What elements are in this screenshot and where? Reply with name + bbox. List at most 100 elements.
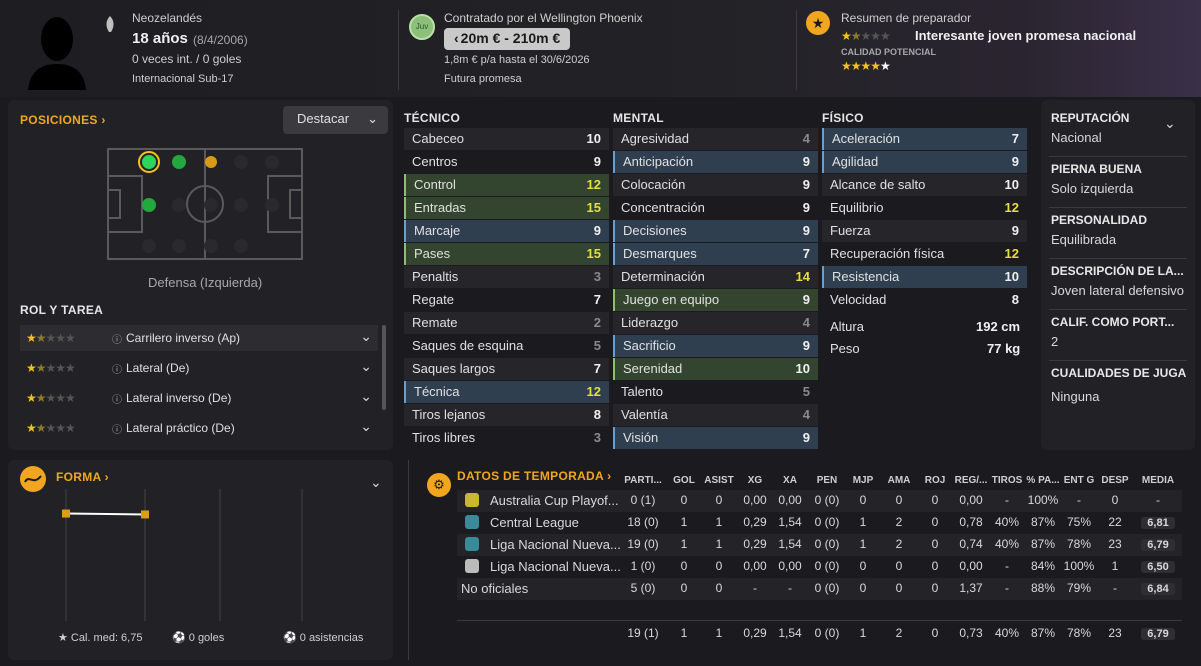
season-cell: 87%: [1030, 537, 1056, 551]
physical-attribute-row[interactable]: Equilibrio 12: [822, 197, 1027, 219]
mental-attribute-row[interactable]: Anticipación 9: [613, 151, 818, 173]
season-title[interactable]: DATOS DE TEMPORADA ›: [457, 469, 611, 483]
mental-attribute-row[interactable]: Serenidad 10: [613, 358, 818, 380]
season-column-header[interactable]: TIROS: [987, 475, 1027, 486]
age-text: 18 años: [132, 30, 188, 47]
technical-attribute-row[interactable]: Pases 15: [404, 243, 609, 265]
season-column-header[interactable]: DESP: [1095, 475, 1135, 486]
technical-attribute-row[interactable]: Tiros libres 3: [404, 427, 609, 449]
role-row[interactable]: ★★★★★ ⓘ Carrilero inverso (Ap) ⌄: [20, 325, 378, 351]
mental-title: MENTAL: [613, 111, 664, 125]
mental-attribute-row[interactable]: Determinación 14: [613, 266, 818, 288]
competition-name[interactable]: Central League: [490, 515, 579, 530]
physical-attribute-row[interactable]: Alcance de salto 10: [822, 174, 1027, 196]
physical-attribute-row[interactable]: Fuerza 9: [822, 220, 1027, 242]
season-column-header[interactable]: ASIST: [699, 475, 739, 486]
info-icon[interactable]: ⓘ: [112, 361, 122, 376]
reputation-label: REPUTACIÓN: [1051, 111, 1130, 125]
season-total-cell: 1: [859, 626, 867, 640]
mental-attribute-row[interactable]: Liderazgo 4: [613, 312, 818, 334]
position-label: Defensa (Izquierda): [148, 275, 263, 290]
season-column-header[interactable]: XG: [735, 475, 775, 486]
mental-attribute-row[interactable]: Desmarques 7: [613, 243, 818, 265]
season-column-header[interactable]: PEN: [807, 475, 847, 486]
form-title[interactable]: FORMA ›: [56, 470, 109, 484]
technical-attribute-row[interactable]: Cabeceo 10: [404, 128, 609, 150]
role-label: Lateral (De): [126, 361, 190, 375]
competition-logo-icon: [465, 537, 479, 551]
role-row[interactable]: ★★★★★ ⓘ Lateral inverso (De) ⌄: [20, 385, 378, 411]
roles-scrollbar[interactable]: [382, 325, 386, 410]
info-icon[interactable]: ⓘ: [112, 391, 122, 406]
chevron-down-icon[interactable]: ⌄: [1164, 115, 1176, 132]
season-cell: 0 (0): [814, 559, 840, 573]
technical-attribute-row[interactable]: Saques largos 7: [404, 358, 609, 380]
attribute-value: 9: [1011, 223, 1019, 238]
season-column-header[interactable]: REG/...: [951, 475, 991, 486]
mental-attribute-row[interactable]: Valentía 4: [613, 404, 818, 426]
role-stars: ★★★★★: [26, 391, 76, 405]
season-column-header[interactable]: ROJ: [915, 475, 955, 486]
role-title: ROL Y TAREA: [20, 303, 104, 317]
season-cell: 0,29: [743, 537, 767, 551]
mental-attribute-row[interactable]: Talento 5: [613, 381, 818, 403]
role-row[interactable]: ★★★★★ ⓘ Lateral (De) ⌄: [20, 355, 378, 381]
season-cell: 6,81: [1141, 517, 1175, 529]
season-column-header[interactable]: PARTI...: [623, 475, 663, 486]
chevron-down-icon[interactable]: ⌄: [360, 358, 372, 375]
mental-attribute-row[interactable]: Decisiones 9: [613, 220, 818, 242]
technical-attribute-row[interactable]: Técnica 12: [404, 381, 609, 403]
mental-attribute-row[interactable]: Concentración 9: [613, 197, 818, 219]
physical-attribute-row[interactable]: Recuperación física 12: [822, 243, 1027, 265]
mental-attribute-row[interactable]: Juego en equipo 9: [613, 289, 818, 311]
attribute-name: Pases: [414, 246, 451, 261]
mental-attribute-row[interactable]: Sacrificio 9: [613, 335, 818, 357]
role-row[interactable]: ★★★★★ ⓘ Lateral práctico (De) ⌄: [20, 415, 378, 441]
panel-divider: [408, 460, 409, 660]
technical-attribute-row[interactable]: Regate 7: [404, 289, 609, 311]
season-cell: 6,50: [1141, 561, 1175, 573]
competition-name[interactable]: Liga Nacional Nueva...: [490, 537, 621, 552]
caps-text: 0 veces int. / 0 goles: [132, 52, 242, 66]
positions-title[interactable]: POSICIONES ›: [20, 113, 106, 127]
season-cell: 1,54: [778, 537, 802, 551]
physical-attribute-row[interactable]: Velocidad 8: [822, 289, 1027, 311]
physical-attribute-row[interactable]: Aceleración 7: [822, 128, 1027, 150]
chevron-down-icon[interactable]: ⌄: [360, 328, 372, 345]
value-range-badge[interactable]: ‹ 20m € - 210m €: [444, 28, 571, 50]
technical-attribute-row[interactable]: Entradas 15: [404, 197, 609, 219]
mental-attribute-row[interactable]: Colocación 9: [613, 174, 818, 196]
chevron-down-icon[interactable]: ⌄: [360, 418, 372, 435]
foot-label: PIERNA BUENA: [1051, 162, 1142, 176]
chevron-down-icon[interactable]: ⌄: [360, 388, 372, 405]
season-column-header[interactable]: MEDIA: [1138, 475, 1178, 486]
season-column-header[interactable]: MJP: [843, 475, 883, 486]
info-icon[interactable]: ⓘ: [112, 331, 122, 346]
attribute-name: Velocidad: [830, 292, 887, 307]
technical-attribute-row[interactable]: Penaltis 3: [404, 266, 609, 288]
season-column-header[interactable]: GOL: [664, 475, 704, 486]
technical-attribute-row[interactable]: Control 12: [404, 174, 609, 196]
physical-attribute-row[interactable]: Agilidad 9: [822, 151, 1027, 173]
season-column-header[interactable]: XA: [770, 475, 810, 486]
competition-name[interactable]: Australia Cup Playof...: [490, 493, 619, 508]
mental-attribute-row[interactable]: Agresividad 4: [613, 128, 818, 150]
form-line: [65, 512, 146, 516]
technical-attribute-row[interactable]: Saques de esquina 5: [404, 335, 609, 357]
competition-name[interactable]: Liga Nacional Nueva...: [490, 559, 621, 574]
description-value: Joven lateral defensivo: [1051, 283, 1184, 298]
season-column-header[interactable]: % PA...: [1023, 475, 1063, 486]
technical-attribute-row[interactable]: Marcaje 9: [404, 220, 609, 242]
season-column-header[interactable]: ENT G: [1059, 475, 1099, 486]
season-cell: -: [1156, 493, 1160, 507]
technical-attribute-row[interactable]: Tiros lejanos 8: [404, 404, 609, 426]
season-column-header[interactable]: AMA: [879, 475, 919, 486]
technical-attribute-row[interactable]: Centros 9: [404, 151, 609, 173]
info-icon[interactable]: ⓘ: [112, 421, 122, 436]
divider: [1049, 258, 1187, 259]
technical-attribute-row[interactable]: Remate 2: [404, 312, 609, 334]
competition-name[interactable]: No oficiales: [461, 581, 528, 596]
physical-attribute-row[interactable]: Resistencia 10: [822, 266, 1027, 288]
mental-attribute-row[interactable]: Visión 9: [613, 427, 818, 449]
highlight-dropdown[interactable]: Destacar ⌄: [283, 106, 388, 134]
